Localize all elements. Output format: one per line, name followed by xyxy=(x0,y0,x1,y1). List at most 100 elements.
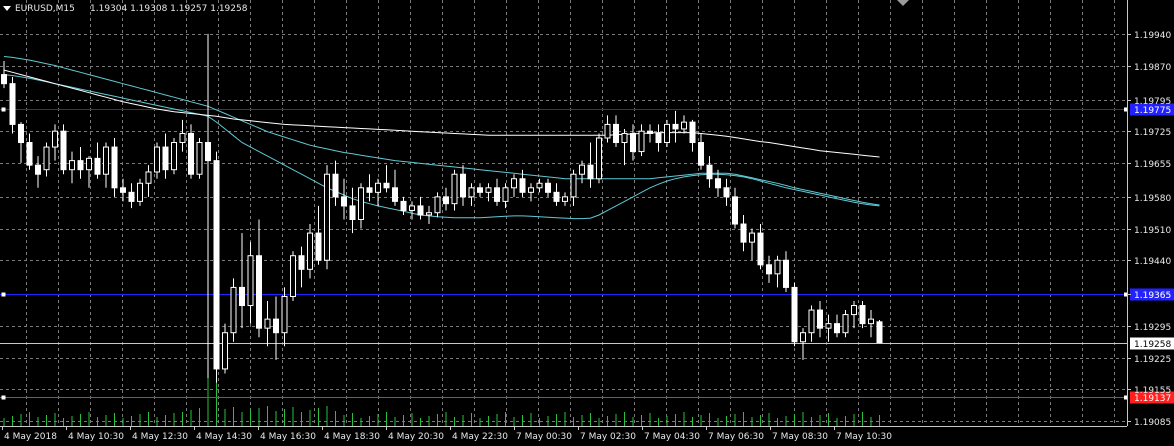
candle-body-bear xyxy=(35,164,41,175)
candle-body-bear xyxy=(876,321,883,344)
candle-body-bear xyxy=(18,123,24,144)
candle-body-bear xyxy=(349,205,356,220)
candle-body-bear xyxy=(77,160,84,171)
candle-body-bear xyxy=(519,178,526,193)
price-tick-label: 1.19085 xyxy=(1134,418,1171,428)
candle-body-bear xyxy=(162,146,169,171)
candle-body-bull xyxy=(842,314,849,334)
time-tick-label: 7 May 10:30 xyxy=(836,432,892,442)
price-tick-label: 1.19725 xyxy=(1134,128,1171,138)
candle-body-bull xyxy=(171,142,177,171)
time-tick-label: 7 May 08:30 xyxy=(772,432,828,442)
time-tick-label: 4 May 10:30 xyxy=(68,432,124,442)
time-tick-label: 4 May 18:30 xyxy=(324,432,380,442)
price-tick-label: 1.19365 xyxy=(1134,291,1171,301)
candle-body-bull xyxy=(43,146,50,171)
candle-body-bull xyxy=(621,132,628,144)
candle-body-bull xyxy=(222,332,228,370)
candle-body-bear xyxy=(366,187,373,193)
candle-body-bull xyxy=(664,123,670,144)
candle-body-bear xyxy=(9,83,16,125)
candle-body-bear xyxy=(94,157,101,175)
candle-body-bull xyxy=(800,332,806,343)
candle-body-bull xyxy=(264,318,271,329)
candle-body-bull xyxy=(536,182,543,189)
candle-body-bull xyxy=(290,255,296,297)
level-anchor-icon[interactable] xyxy=(1,292,6,297)
time-tick-label: 4 May 16:30 xyxy=(260,432,316,442)
candle-body-bull xyxy=(196,142,203,175)
candle-body-bear xyxy=(672,123,679,130)
candle-body-bear xyxy=(698,142,704,166)
candle-body-bear xyxy=(400,200,407,211)
candle-body-bear xyxy=(341,196,347,207)
candle-body-bear xyxy=(477,187,483,193)
candle-body-bear xyxy=(205,142,211,162)
level-anchor-icon[interactable] xyxy=(1,395,6,400)
price-tick-label: 1.19870 xyxy=(1134,63,1171,73)
ohlc-values: 1.19304 1.19308 1.19257 1.19258 xyxy=(90,4,248,14)
candle-body-bear xyxy=(757,232,764,266)
candle-body-bull xyxy=(426,212,432,216)
candle-body-bull xyxy=(409,205,415,211)
candle-body-bull xyxy=(638,130,645,153)
candle-body-bull xyxy=(154,146,160,173)
candle-body-bear xyxy=(783,259,789,288)
candle-body-bear xyxy=(443,196,449,205)
level-price-label: 1.19775 xyxy=(1134,106,1171,116)
candle-body-bear xyxy=(213,160,220,370)
candle-body-bear xyxy=(494,187,500,202)
candle-body-bull xyxy=(749,232,755,243)
candle-body-bear xyxy=(655,132,662,144)
candle-body-bear xyxy=(239,286,245,307)
candle-body-bear xyxy=(392,187,398,202)
time-tick-label: 7 May 06:30 xyxy=(708,432,764,442)
price-tick-label: 1.19155 xyxy=(1134,386,1171,396)
candle-body-bear xyxy=(315,232,322,261)
candle-body-bear xyxy=(791,286,798,343)
candle-body-bull xyxy=(52,130,58,148)
candle-body-bull xyxy=(375,182,381,193)
candle-body-bull xyxy=(681,121,687,130)
time-tick-label: 4 May 14:30 xyxy=(196,432,252,442)
candle-body-bear xyxy=(60,130,67,171)
candle-body-bear xyxy=(587,164,594,180)
candle-body-bull xyxy=(868,318,874,325)
price-chart[interactable]: 1.197751.193651.191371.19258 1.199401.19… xyxy=(0,0,1174,446)
candle-body-bull xyxy=(579,164,585,175)
candle-body-bear xyxy=(273,318,279,334)
candle-body-bear xyxy=(111,146,118,189)
price-tick-label: 1.19510 xyxy=(1134,226,1171,236)
price-tick-label: 1.19655 xyxy=(1134,160,1171,170)
candle-body-bear xyxy=(689,121,696,144)
time-tick-label: 4 May 12:30 xyxy=(132,432,188,442)
candle-body-bull xyxy=(86,157,92,171)
candle-body-bear xyxy=(128,191,135,202)
candle-body-bear xyxy=(332,173,339,198)
chart-header: EURUSD,M15 1.19304 1.19308 1.19257 1.192… xyxy=(3,4,248,14)
time-tick-label: 7 May 04:30 xyxy=(644,432,700,442)
candle-body-bear xyxy=(188,132,194,175)
candle-body-bear xyxy=(120,187,126,193)
candle-body-bull xyxy=(247,255,254,307)
candle-body-bear xyxy=(817,309,823,329)
candle-body-bear xyxy=(706,164,713,180)
candle-body-bear xyxy=(613,123,619,144)
candle-body-bear xyxy=(732,196,738,225)
candle-body-bull xyxy=(137,182,143,202)
candle-body-bull xyxy=(528,187,534,193)
candle-body-bull xyxy=(179,132,186,144)
candle-body-bull xyxy=(145,171,152,184)
candle-body-bear xyxy=(766,264,772,275)
price-tick-label: 1.19440 xyxy=(1134,257,1171,267)
price-tick-label: 1.19225 xyxy=(1134,355,1171,365)
candle-body-bear xyxy=(715,178,721,189)
candle-body-bull xyxy=(307,232,313,270)
candle-body-bull xyxy=(808,309,815,334)
candle-body-bear xyxy=(647,130,653,134)
level-anchor-icon[interactable] xyxy=(1,107,6,112)
candle-body-bull xyxy=(570,173,577,198)
candle-body-bear xyxy=(740,223,747,243)
candle-body-bull xyxy=(825,323,832,329)
price-tick-label: 1.19580 xyxy=(1134,194,1171,204)
